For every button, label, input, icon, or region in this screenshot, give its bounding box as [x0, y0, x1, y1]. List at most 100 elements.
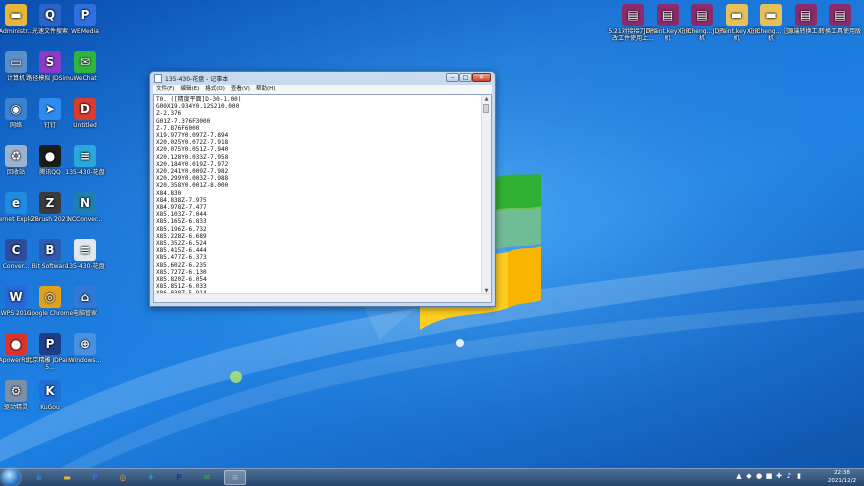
winrar-archive-icon: ▤	[829, 4, 851, 26]
menu-file[interactable]: 文件(F)	[153, 85, 177, 94]
text-line: X19.977Y0.097Z-7.894	[156, 132, 229, 140]
text-line: X85.851Z-6.033	[156, 283, 207, 291]
text-line: X20.299Y0.003Z-7.988	[156, 175, 229, 183]
dingtalk-icon: ➤	[39, 98, 61, 120]
tray-icon[interactable]: ▲	[735, 472, 743, 481]
editor-text-content[interactable]: T0. ([精度平面]D-30-1.00) G00X19.934Y0.12S210…	[156, 96, 482, 298]
search-app-icon: Q	[39, 4, 61, 26]
desktop-icon-label: WeChat	[73, 75, 97, 82]
notepad-taskbar-icon[interactable]: ≡	[224, 470, 246, 485]
text-line: X85.602Z-6.235	[156, 261, 207, 269]
text-line: X85.165Z-6.833	[156, 218, 207, 226]
menu-view[interactable]: 查看(V)	[228, 85, 253, 94]
text-line: X20.241Y0.009Z-7.982	[156, 168, 229, 176]
tray-icon[interactable]: ●	[755, 472, 763, 481]
desktop-icon[interactable]: ✉ WeChat	[59, 51, 111, 82]
desktop-icon[interactable]: D Untitled	[59, 98, 111, 129]
vertical-scrollbar[interactable]: ▲ ▼	[481, 95, 491, 295]
horizontal-scrollbar[interactable]	[154, 293, 491, 302]
clock[interactable]: 22:38 2021/12/2	[822, 469, 862, 485]
jdpaint-taskbar-icon[interactable]: P	[168, 470, 190, 485]
explorer-taskbar-icon[interactable]: ▬	[56, 470, 78, 485]
text-line: X20.184Y0.019Z-7.972	[156, 160, 229, 168]
desktop-icon-label: 135-430-花盘	[65, 169, 105, 176]
scroll-up-arrow-icon[interactable]: ▲	[482, 95, 491, 103]
window-title: 135-430-花盘 - 记事本	[165, 76, 229, 83]
text-line: X20.025Y0.072Z-7.918	[156, 139, 229, 147]
desktop-icon[interactable]: P WEMedia	[59, 4, 111, 35]
chrome-taskbar-icon[interactable]: ◎	[112, 470, 134, 485]
text-editor[interactable]: T0. ([精度平面]D-30-1.00) G00X19.934Y0.12S210…	[153, 94, 492, 303]
maximize-button[interactable]: □	[459, 73, 472, 82]
windows-app-icon: ⊕	[74, 333, 96, 355]
tray-icon[interactable]: ■	[765, 472, 773, 481]
start-button[interactable]	[2, 469, 20, 486]
notepad-app-icon	[154, 74, 162, 83]
tray-icon[interactable]: ▮	[795, 472, 803, 481]
kugou-icon: K	[39, 380, 61, 402]
tray-icon[interactable]: ✚	[775, 472, 783, 481]
desktop-icon[interactable]: K KuGou	[24, 380, 76, 411]
text-line: X85.228Z-6.689	[156, 232, 207, 240]
desktop-icon-label: 电脑管家	[72, 310, 97, 317]
bit-software-icon: B	[39, 239, 61, 261]
tray-icon[interactable]: ♪	[785, 472, 793, 481]
wechat-icon: ✉	[74, 51, 96, 73]
pc-manager-icon: ⌂	[74, 286, 96, 308]
menu-format[interactable]: 格式(O)	[202, 85, 228, 94]
text-line: X84.978Z-7.477	[156, 204, 207, 212]
wechat-taskbar-icon[interactable]: ✉	[196, 470, 218, 485]
text-line: X20.358Y0.001Z-8.000	[156, 182, 229, 190]
menu-help[interactable]: 帮助(H)	[253, 85, 278, 94]
text-line: G01Z-7.376F3000	[156, 117, 211, 125]
untitled-doc-icon: D	[74, 98, 96, 120]
jdpaint-icon: P	[39, 333, 61, 355]
text-line: X20.075Y0.051Z-7.940	[156, 146, 229, 154]
system-tray: ▲ ◆ ● ■ ✚ ♪ ▮	[735, 472, 803, 481]
text-line: X85.477Z-6.373	[156, 254, 207, 262]
qq-icon: ●	[39, 145, 61, 167]
zbrush-icon: Z	[39, 192, 61, 214]
desktop-icon-label: Windows...	[68, 357, 102, 364]
wemedia-taskbar-icon[interactable]: P	[84, 470, 106, 485]
desktop-icon[interactable]: ⊕ Windows...	[59, 333, 111, 364]
desktop-icon[interactable]: ▤ 转换工具使用版	[814, 4, 864, 35]
desktop-icon-label: NCConver...	[67, 216, 103, 223]
desktop-icon[interactable]: ≡ 135-430-花盘	[59, 145, 111, 176]
bird-taskbar-icon[interactable]: ✈	[140, 470, 162, 485]
text-line: T0. ([精度平面]D-30-1.00)	[156, 96, 242, 103]
taskbar: e ▬ P ◎ ✈ P ✉ ≡ ▲ ◆ ● ■ ✚ ♪ ▮ 22:38 2021/12/2	[0, 468, 864, 486]
desktop-icon-label: 转换工具使用版	[818, 28, 861, 35]
tray-icon[interactable]: ◆	[745, 472, 753, 481]
text-line: X84.838Z-7.975	[156, 196, 207, 204]
text-file-icon: ≡	[74, 145, 96, 167]
text-line: X85.103Z-7.044	[156, 211, 207, 219]
ie-taskbar-icon[interactable]: e	[28, 470, 50, 485]
menu-bar: 文件(F) 编辑(E) 格式(O) 查看(V) 帮助(H)	[153, 85, 492, 94]
text-line: Z-2.376	[156, 110, 182, 118]
desktop-icon[interactable]: ⌂ 电脑管家	[59, 286, 111, 317]
text-line: X85.196Z-6.732	[156, 225, 207, 233]
close-button[interactable]: ✕	[472, 73, 491, 82]
notepad-window[interactable]: 135-430-花盘 - 记事本 – □ ✕ 文件(F) 编辑(E) 格式(O)…	[149, 71, 496, 307]
desktop-icon[interactable]: ≡ 135-430-花盘	[59, 239, 111, 270]
text-line: X85.352Z-6.524	[156, 240, 207, 248]
jdsimu-icon: S	[39, 51, 61, 73]
scroll-thumb[interactable]	[483, 104, 489, 113]
minimize-button[interactable]: –	[446, 73, 459, 82]
desktop-icon[interactable]: N NCConver...	[59, 192, 111, 223]
desktop-icon-label: WEMedia	[71, 28, 99, 35]
text-file-icon-2: ≡	[74, 239, 96, 261]
text-line: Z-7.876F6000	[156, 124, 200, 132]
notepad-titlebar[interactable]: 135-430-花盘 - 记事本 – □ ✕	[150, 72, 495, 85]
text-line: X84.830	[156, 189, 182, 197]
text-line: X85.415Z-6.444	[156, 247, 207, 255]
desktop-icon-label: Untitled	[73, 122, 97, 129]
desktop-icon-label: KuGou	[40, 404, 60, 411]
desktop-icon-label: 135-430-花盘	[65, 263, 105, 270]
clock-time: 22:38	[834, 470, 850, 476]
menu-edit[interactable]: 编辑(E)	[177, 85, 202, 94]
text-line: X85.820Z-6.054	[156, 276, 207, 284]
clock-date: 2021/12/2	[827, 478, 857, 484]
chrome-icon: ◎	[39, 286, 61, 308]
